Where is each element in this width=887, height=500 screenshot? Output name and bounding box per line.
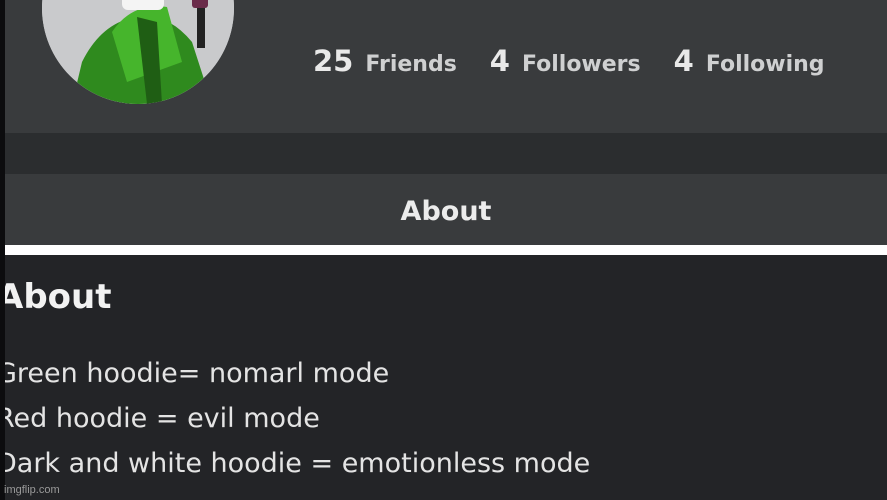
profile-header: 25 Friends 4 Followers 4 Following: [5, 0, 887, 133]
about-panel: About Green hoodie= nomarl mode Red hood…: [5, 255, 887, 500]
watermark: imgflip.com: [4, 484, 60, 496]
friends-stat[interactable]: 25 Friends: [313, 44, 457, 78]
profile-tab-bar: About: [5, 174, 887, 245]
friends-count: 25: [313, 44, 354, 78]
followers-count: 4: [489, 44, 510, 78]
active-tab-indicator: [5, 245, 887, 255]
bio-line: Green hoodie= nomarl mode: [5, 358, 390, 389]
following-stat[interactable]: 4 Following: [674, 44, 825, 78]
avatar[interactable]: [42, 0, 234, 104]
profile-stats: 25 Friends 4 Followers 4 Following: [313, 44, 825, 78]
friends-label: Friends: [365, 52, 457, 77]
bio-line: Red hoodie = evil mode: [5, 403, 320, 434]
followers-stat[interactable]: 4 Followers: [490, 44, 641, 78]
green-hoodie-avatar-icon: [42, 0, 234, 104]
following-count: 4: [673, 44, 694, 78]
tab-about[interactable]: About: [5, 196, 887, 227]
following-label: Following: [705, 52, 825, 77]
about-heading: About: [5, 277, 112, 317]
followers-label: Followers: [521, 52, 641, 77]
bio-line: Dark and white hoodie = emotionless mode: [5, 448, 591, 479]
section-divider: [5, 133, 887, 174]
